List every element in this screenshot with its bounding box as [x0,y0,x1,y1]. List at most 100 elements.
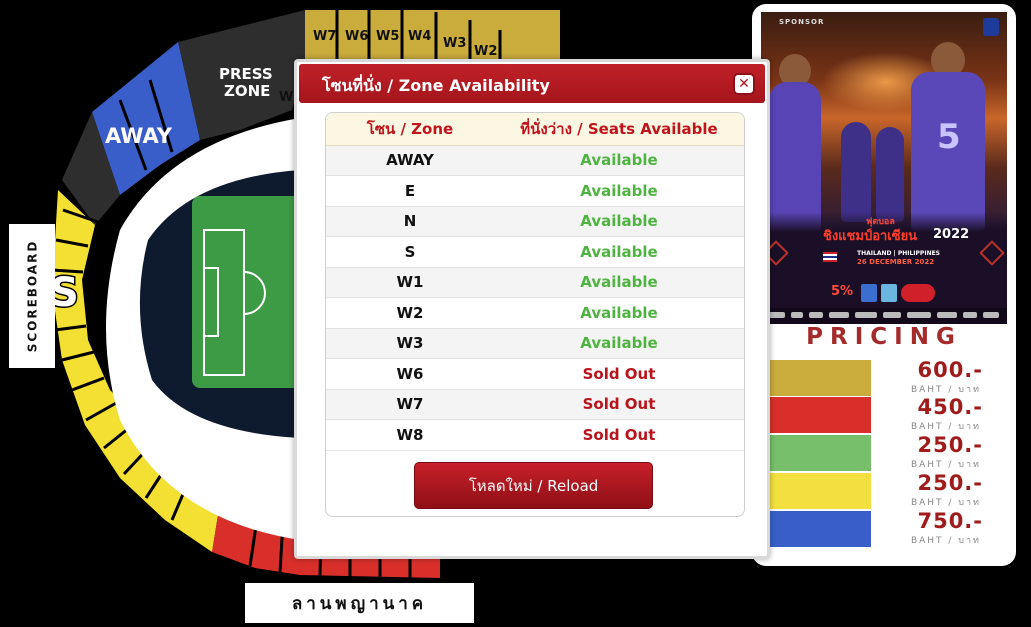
price-tier-row: 250.- BAHT / บาท [769,433,999,471]
zone-table: โซน / Zone ที่นั่งว่าง / Seats Available… [326,113,744,451]
w-partial-label: W [279,90,293,105]
side-card: SPONSOR 5 ฟุตบอล ชิงแชมป์อาเซียน 2022 TH… [752,4,1016,566]
scoreboard-label: SCOREBOARD [25,239,40,353]
promo-logo-icon [901,284,935,302]
zone-availability-dialog: โซนที่นั่ง / Zone Availability ✕ โซน / Z… [294,59,770,559]
table-row: E Available [326,175,744,207]
table-row: W1 Available [326,267,744,298]
price-tier-unit: BAHT / บาท [910,422,981,432]
availability-cell: Available [494,206,744,237]
poster-player-figure [769,82,821,232]
table-row: W6 Sold Out [326,358,744,390]
availability-cell: Available [494,236,744,268]
zone-table-container: โซน / Zone ที่นั่งว่าง / Seats Available… [325,112,745,517]
availability-cell: Available [494,297,744,329]
table-header-row: โซน / Zone ที่นั่งว่าง / Seats Available [326,113,744,146]
sponsor-logo-icon [769,312,785,318]
seats-column-header: ที่นั่งว่าง / Seats Available [494,113,744,146]
price-tier-swatch [769,397,871,433]
close-button[interactable]: ✕ [733,73,755,95]
price-tier-unit: BAHT / บาท [910,498,981,508]
zone-column-header: โซน / Zone [326,113,494,146]
sponsor-logo-icon [937,312,957,318]
availability-cell: Available [494,267,744,298]
zone-cell: S [326,236,494,268]
w3-label: W3 [443,36,466,51]
sponsor-logo-icon [829,312,849,318]
price-tier-row: 750.- BAHT / บาท [769,509,999,547]
zone-table-body: AWAY Available E Available N Available S Availa… [326,145,744,451]
zone-cell: W6 [326,358,494,390]
availability-cell: Available [494,145,744,176]
poster-flags [823,252,837,262]
poster-player-figure [841,122,871,222]
scoreboard-sign: SCOREBOARD [9,224,55,368]
price-tier-swatch [769,473,871,509]
price-tier-unit: BAHT / บาท [910,536,981,546]
poster-association-badge-icon [983,18,999,36]
reload-button[interactable]: โหลดใหม่ / Reload [414,462,653,509]
close-icon: ✕ [738,76,750,92]
price-tier-row: 250.- BAHT / บาท [769,471,999,509]
price-tier-swatch [769,511,871,547]
table-row: W8 Sold Out [326,419,744,451]
press-label: PRESS [219,65,273,83]
sponsor-logo-icon [809,312,823,318]
availability-cell: Available [494,328,744,359]
availability-cell: Sold Out [494,389,744,420]
zone-cell: W3 [326,328,494,359]
poster-title: ชิงแชมป์อาเซียน [823,229,918,244]
poster-jersey-number: 5 [937,117,961,157]
table-row: W7 Sold Out [326,389,744,420]
stand-north-west-gold[interactable] [305,10,560,62]
w4-label: W4 [408,29,431,44]
away-stand-label: AWAY [105,124,173,148]
zone-cell: N [326,206,494,237]
zone-cell: E [326,175,494,207]
pricing-title: PRICING [806,324,962,350]
price-tier-value: 450.- [917,395,983,419]
price-tier-value: 250.- [917,433,983,457]
promo-card-icon [861,284,877,302]
dialog-title: โซนที่นั่ง / Zone Availability [322,76,550,95]
availability-cell: Available [494,175,744,207]
zone-cell: W7 [326,389,494,420]
thailand-flag-icon [823,252,837,262]
price-tier-value: 250.- [917,471,983,495]
table-row: AWAY Available [326,145,744,176]
sponsor-logo-icon [963,312,977,318]
price-tier-unit: BAHT / บาท [910,460,981,470]
zone-cell: W2 [326,297,494,329]
w7-label: W7 [313,29,336,44]
event-poster: SPONSOR 5 ฟุตบอล ชิงแชมป์อาเซียน 2022 TH… [761,12,1007,324]
poster-matchup: THAILAND | PHILIPPINES [857,250,941,257]
poster-player-figure [876,127,904,222]
stage: AWAY PRESS ZONE W W7 W6 W5 W4 W3 W2 S SC… [0,0,1031,627]
sponsor-logo-icon [791,312,803,318]
sponsor-logo-icon [983,312,999,318]
lan-phaya-nak-label: ลานพญานาค [245,583,474,623]
price-tier-value: 600.- [917,358,983,382]
table-row: S Available [326,236,744,268]
price-tier-value: 750.- [917,509,983,533]
zone-cell: W1 [326,267,494,298]
poster-promo: 5% [831,284,854,299]
price-tier-swatch [769,360,871,396]
zone-cell: W8 [326,419,494,451]
price-tier-row: 450.- BAHT / บาท [769,395,999,433]
dialog-header: โซนที่นั่ง / Zone Availability ✕ [299,64,765,103]
w5-label: W5 [376,29,399,44]
availability-cell: Sold Out [494,358,744,390]
availability-cell: Sold Out [494,419,744,451]
w6-label: W6 [345,29,368,44]
table-row: W2 Available [326,297,744,329]
table-row: N Available [326,206,744,237]
sponsor-logo-icon [855,312,877,318]
press-zone-label: ZONE [224,82,270,100]
promo-card-icon [881,284,897,302]
poster-year: 2022 [933,227,970,242]
poster-date: 26 DECEMBER 2022 [857,258,935,266]
w2-label: W2 [474,44,497,59]
price-tier-row: 600.- BAHT / บาท [769,358,999,396]
price-tier-unit: BAHT / บาท [910,385,981,395]
